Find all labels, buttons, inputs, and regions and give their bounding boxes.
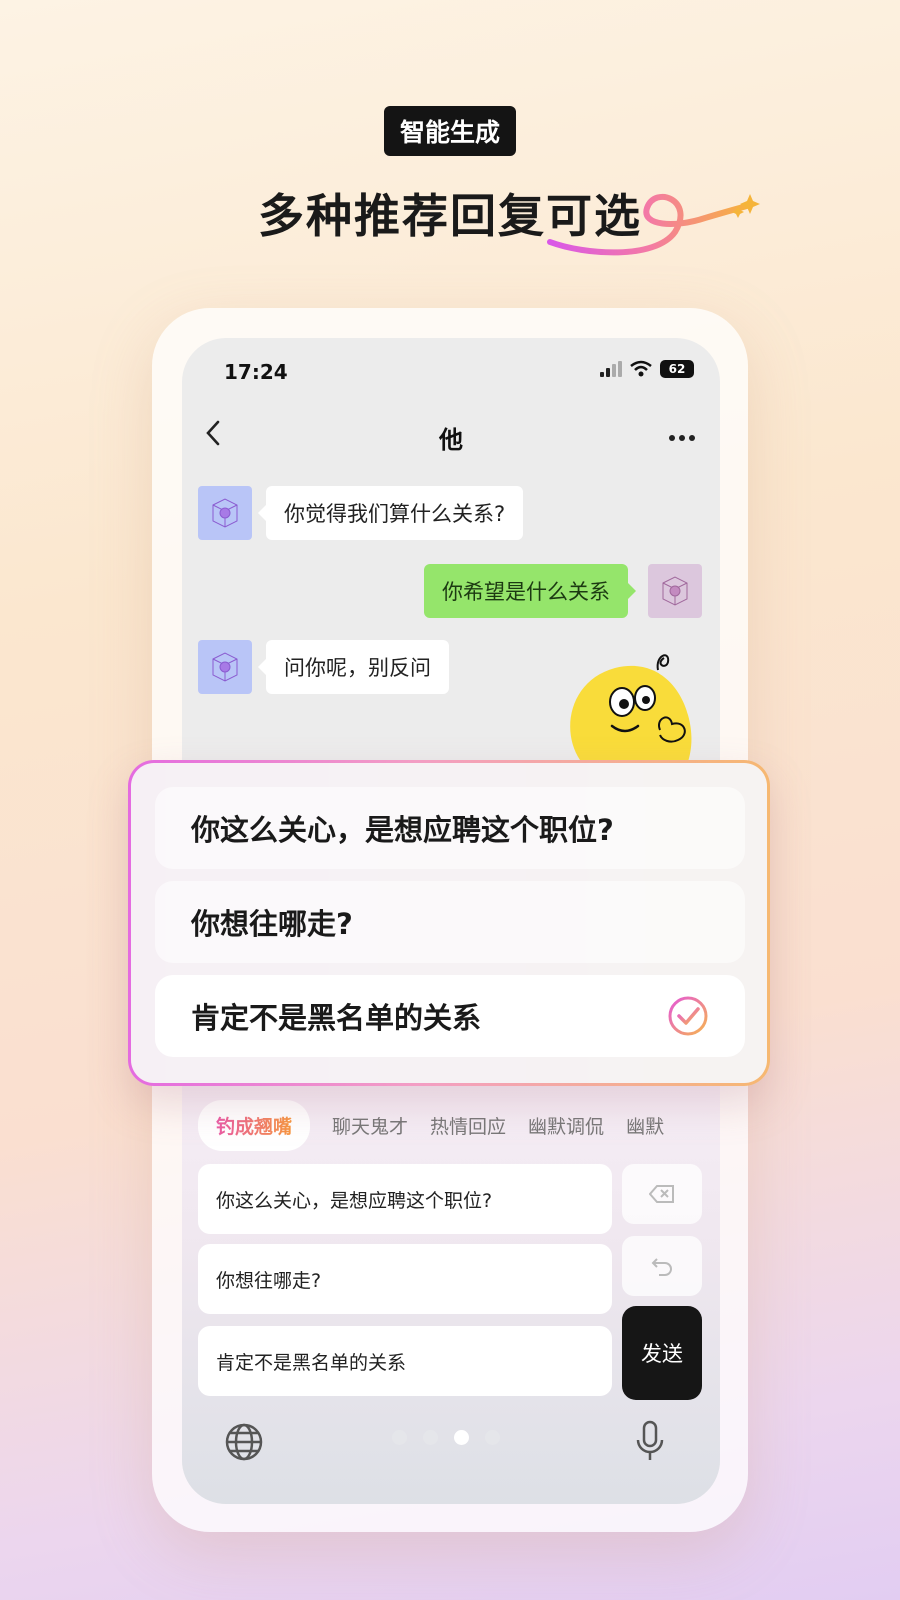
microphone-icon[interactable] — [634, 1420, 666, 1464]
avatar-pattern-icon — [212, 498, 238, 528]
page-dot-active — [454, 1430, 469, 1445]
undo-button[interactable] — [622, 1236, 702, 1296]
user-avatar[interactable] — [648, 564, 702, 618]
suggestion-panel-inner: 你这么关心，是想应聘这个职位? 你想往哪走? 肯定不是黑名单的关系 — [131, 763, 767, 1083]
suggestion-option-label: 肯定不是黑名单的关系 — [191, 1001, 482, 1035]
chat-title: 他 — [439, 426, 463, 454]
avatar-pattern-icon — [212, 652, 238, 682]
more-button[interactable] — [668, 416, 696, 449]
page-indicator — [392, 1430, 500, 1445]
check-circle-icon — [668, 996, 708, 1036]
contact-avatar[interactable] — [198, 640, 252, 694]
style-tabs: 钓成翘嘴 聊天鬼才 热情回应 幽默调侃 幽默 — [198, 1100, 686, 1151]
more-dots-icon — [669, 435, 695, 441]
page-dot — [392, 1430, 407, 1445]
avatar-pattern-icon — [662, 576, 688, 606]
page-dot — [485, 1430, 500, 1445]
message-bubble-received: 问你呢，别反问 — [258, 640, 449, 694]
status-time: 17:24 — [224, 360, 288, 384]
message-bubble-sent: 你希望是什么关系 — [424, 564, 636, 618]
send-button[interactable]: 发送 — [622, 1306, 702, 1400]
backspace-icon — [649, 1185, 674, 1203]
reply-option[interactable]: 你想往哪走? — [198, 1244, 612, 1314]
reply-option[interactable]: 肯定不是黑名单的关系 — [198, 1326, 612, 1396]
tab-style[interactable]: 幽默调侃 — [528, 1112, 626, 1139]
mascot-illustration — [570, 654, 692, 770]
page-dot — [423, 1430, 438, 1445]
suggestion-panel: 你这么关心，是想应聘这个职位? 你想往哪走? 肯定不是黑名单的关系 — [128, 760, 770, 1086]
reply-option[interactable]: 你这么关心，是想应聘这个职位? — [198, 1164, 612, 1234]
tab-style[interactable]: 聊天鬼才 — [332, 1112, 430, 1139]
delete-button[interactable] — [622, 1164, 702, 1224]
contact-avatar[interactable] — [198, 486, 252, 540]
suggestion-option-selected[interactable]: 肯定不是黑名单的关系 — [155, 975, 745, 1057]
wifi-icon — [630, 360, 652, 377]
status-icons: 62 — [600, 360, 694, 378]
tab-style[interactable]: 热情回应 — [430, 1112, 528, 1139]
message-bubble-received: 你觉得我们算什么关系? — [257, 486, 524, 540]
tab-style-active[interactable]: 钓成翘嘴 — [198, 1100, 311, 1151]
undo-icon — [651, 1258, 672, 1276]
suggestion-option[interactable]: 你这么关心，是想应聘这个职位? — [155, 787, 745, 869]
signal-icon — [600, 361, 622, 377]
promo-badge: 智能生成 — [384, 106, 516, 156]
battery-indicator: 62 — [660, 360, 694, 378]
tab-style[interactable]: 幽默 — [626, 1112, 686, 1139]
decorative-swirl-icon — [547, 193, 760, 256]
globe-icon[interactable] — [224, 1422, 264, 1462]
suggestion-option[interactable]: 你想往哪走? — [155, 881, 745, 963]
